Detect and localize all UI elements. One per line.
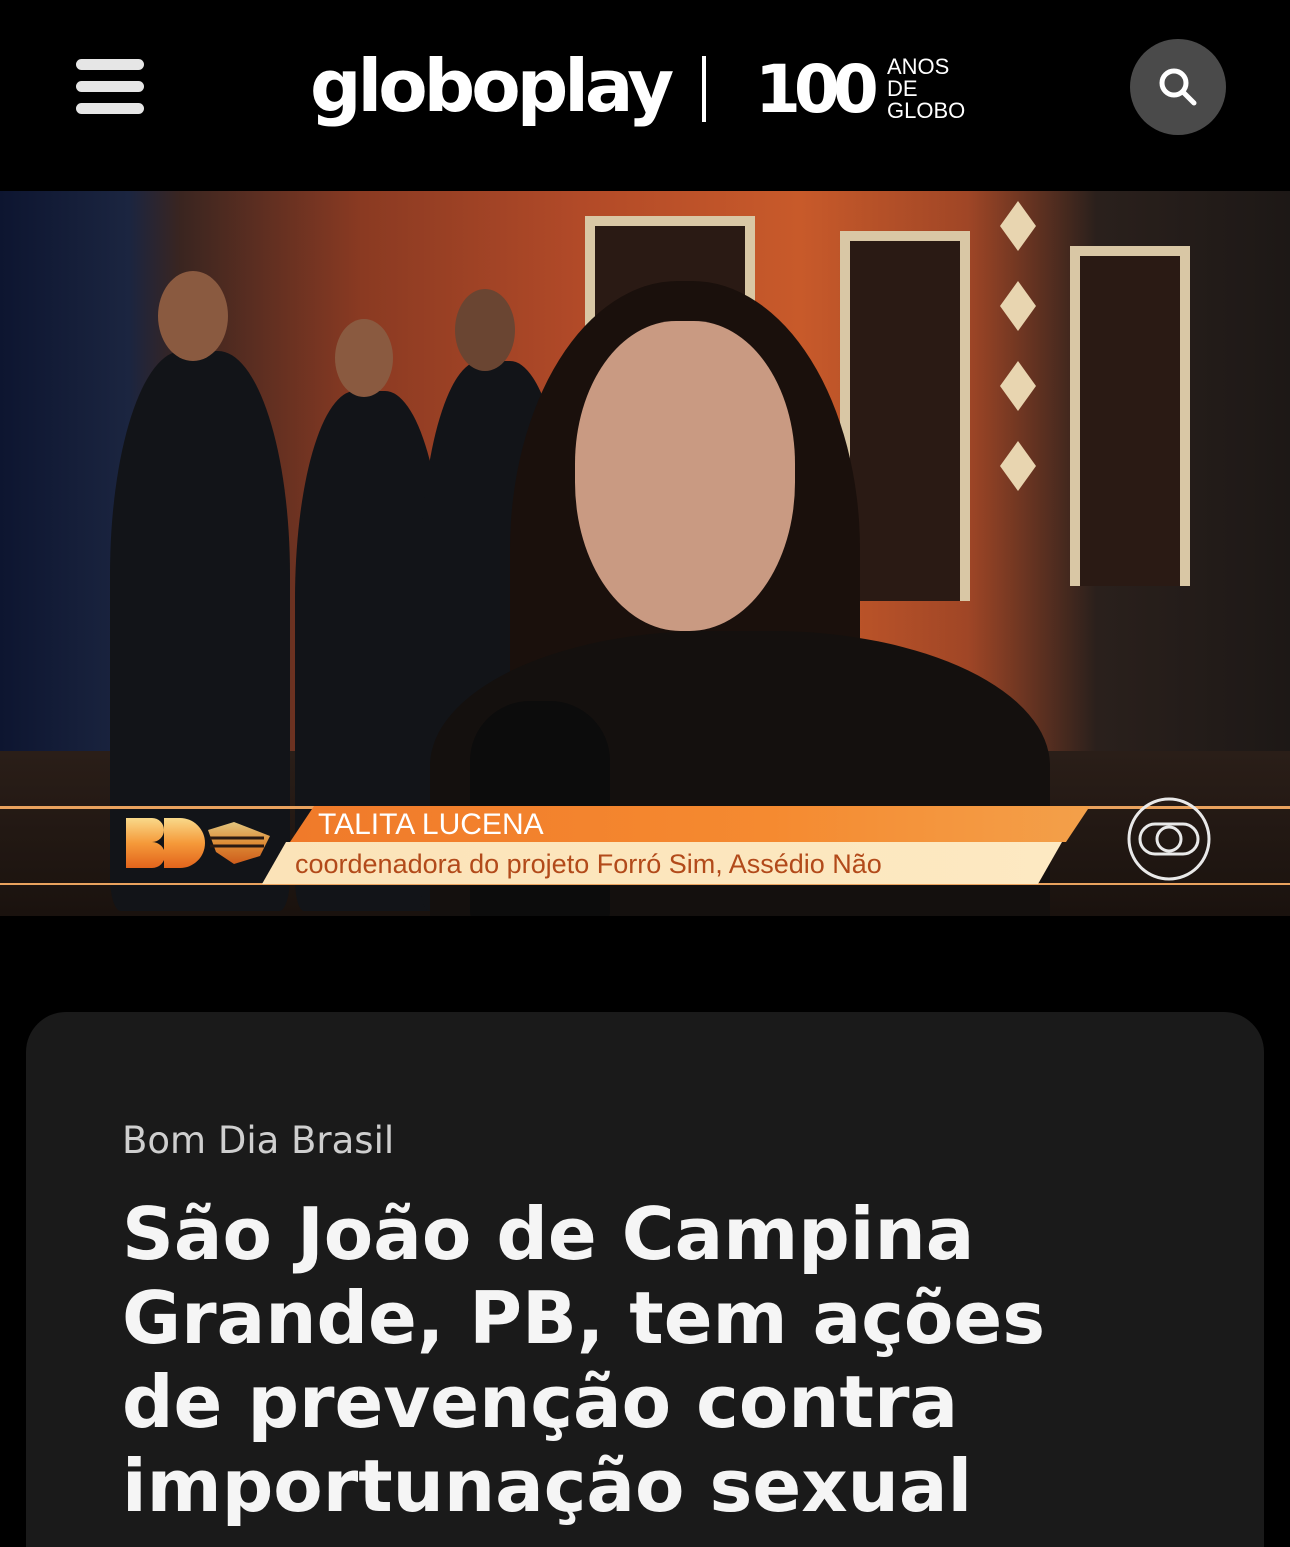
officer-head [158, 271, 228, 361]
article-card: Bom Dia Brasil São João de Campina Grand… [26, 1012, 1264, 1547]
reporter-face [575, 321, 795, 631]
video-player[interactable]: TALITA LUCENA coordenadora do projeto Fo… [0, 191, 1290, 916]
scene-door [1070, 246, 1190, 586]
hamburger-menu-icon[interactable] [72, 52, 148, 120]
bom-dia-brasil-logo [126, 818, 270, 868]
officer-head [335, 319, 393, 397]
top-header: globoplay 100 ANOS DE GLOBO [0, 0, 1290, 190]
globo-logo-icon [1127, 797, 1211, 881]
search-icon [1159, 68, 1197, 106]
article-headline: São João de Campina Grande, PB, tem açõe… [122, 1192, 1046, 1528]
search-button[interactable] [1130, 39, 1226, 135]
lower-third-name: TALITA LUCENA [318, 808, 544, 841]
program-name[interactable]: Bom Dia Brasil [122, 1118, 394, 1164]
globoplay-wordmark: globoplay [310, 44, 674, 128]
brand-divider [702, 56, 706, 122]
globoplay-page: globoplay 100 ANOS DE GLOBO TALITA LUCEN… [0, 0, 1290, 1547]
centenary-number: 100 [755, 51, 879, 128]
officer-head [455, 289, 515, 371]
centenary-text: ANOS DE GLOBO [887, 54, 966, 123]
centenary-logo: 100 ANOS DE GLOBO [755, 54, 985, 126]
lower-third-role: coordenadora do projeto Forró Sim, Asséd… [295, 849, 882, 879]
